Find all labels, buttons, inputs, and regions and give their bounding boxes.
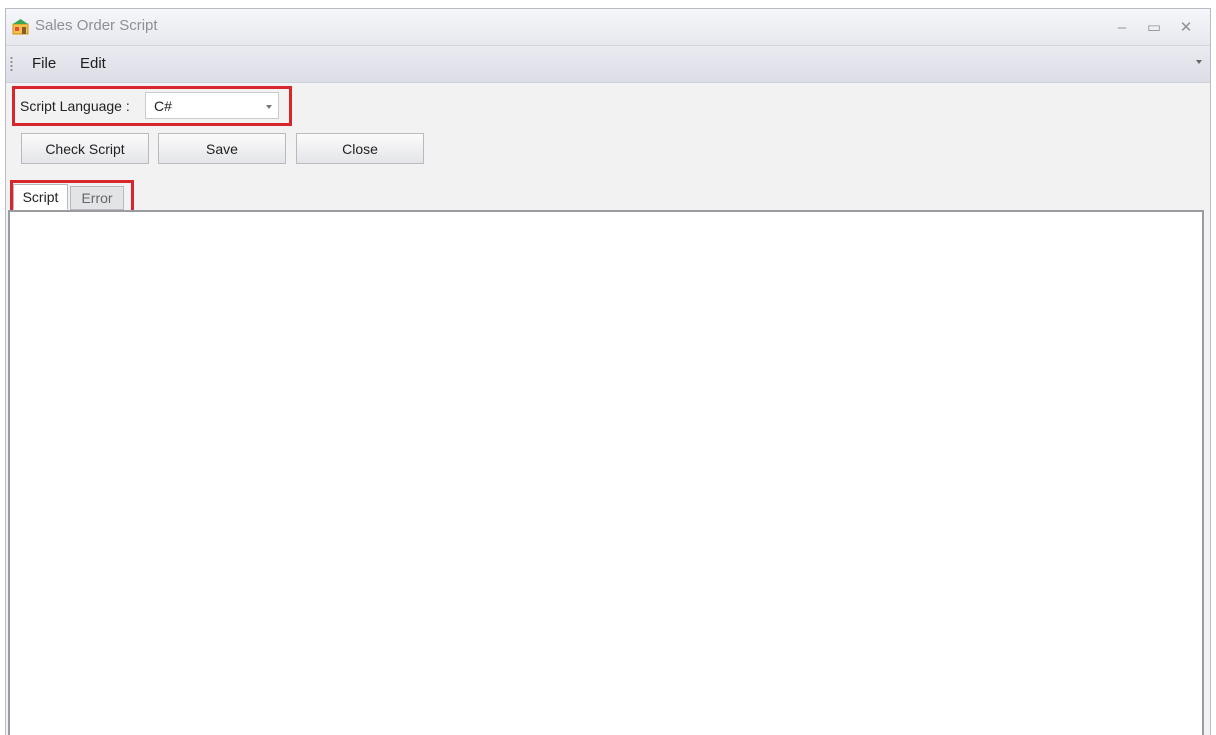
window-controls: – ▭ ✕ <box>1108 14 1200 40</box>
script-language-label: Script Language : <box>20 98 130 114</box>
tab-script[interactable]: Script <box>13 184 68 210</box>
check-script-button[interactable]: Check Script <box>21 133 149 164</box>
chevron-down-icon[interactable] <box>266 105 272 109</box>
menu-overflow-icon[interactable] <box>1196 60 1202 64</box>
menu-bar: File Edit <box>6 46 1210 83</box>
window-title: Sales Order Script <box>35 17 158 34</box>
script-language-dropdown[interactable]: C# <box>145 92 279 119</box>
minimize-button[interactable]: – <box>1108 14 1136 40</box>
app-icon <box>12 19 29 35</box>
close-button[interactable]: Close <box>296 133 424 164</box>
close-window-button[interactable]: ✕ <box>1172 14 1200 40</box>
menu-edit[interactable]: Edit <box>80 55 106 72</box>
script-editor[interactable] <box>8 210 1204 735</box>
title-bar[interactable]: Sales Order Script – ▭ ✕ <box>6 9 1210 46</box>
sales-order-script-window: Sales Order Script – ▭ ✕ File Edit Scrip… <box>5 8 1211 735</box>
save-button[interactable]: Save <box>158 133 286 164</box>
menu-file[interactable]: File <box>32 55 56 72</box>
toolbar-grip-icon[interactable] <box>10 56 13 73</box>
maximize-button[interactable]: ▭ <box>1140 14 1168 40</box>
script-language-value: C# <box>154 98 172 114</box>
tab-error[interactable]: Error <box>70 186 124 210</box>
